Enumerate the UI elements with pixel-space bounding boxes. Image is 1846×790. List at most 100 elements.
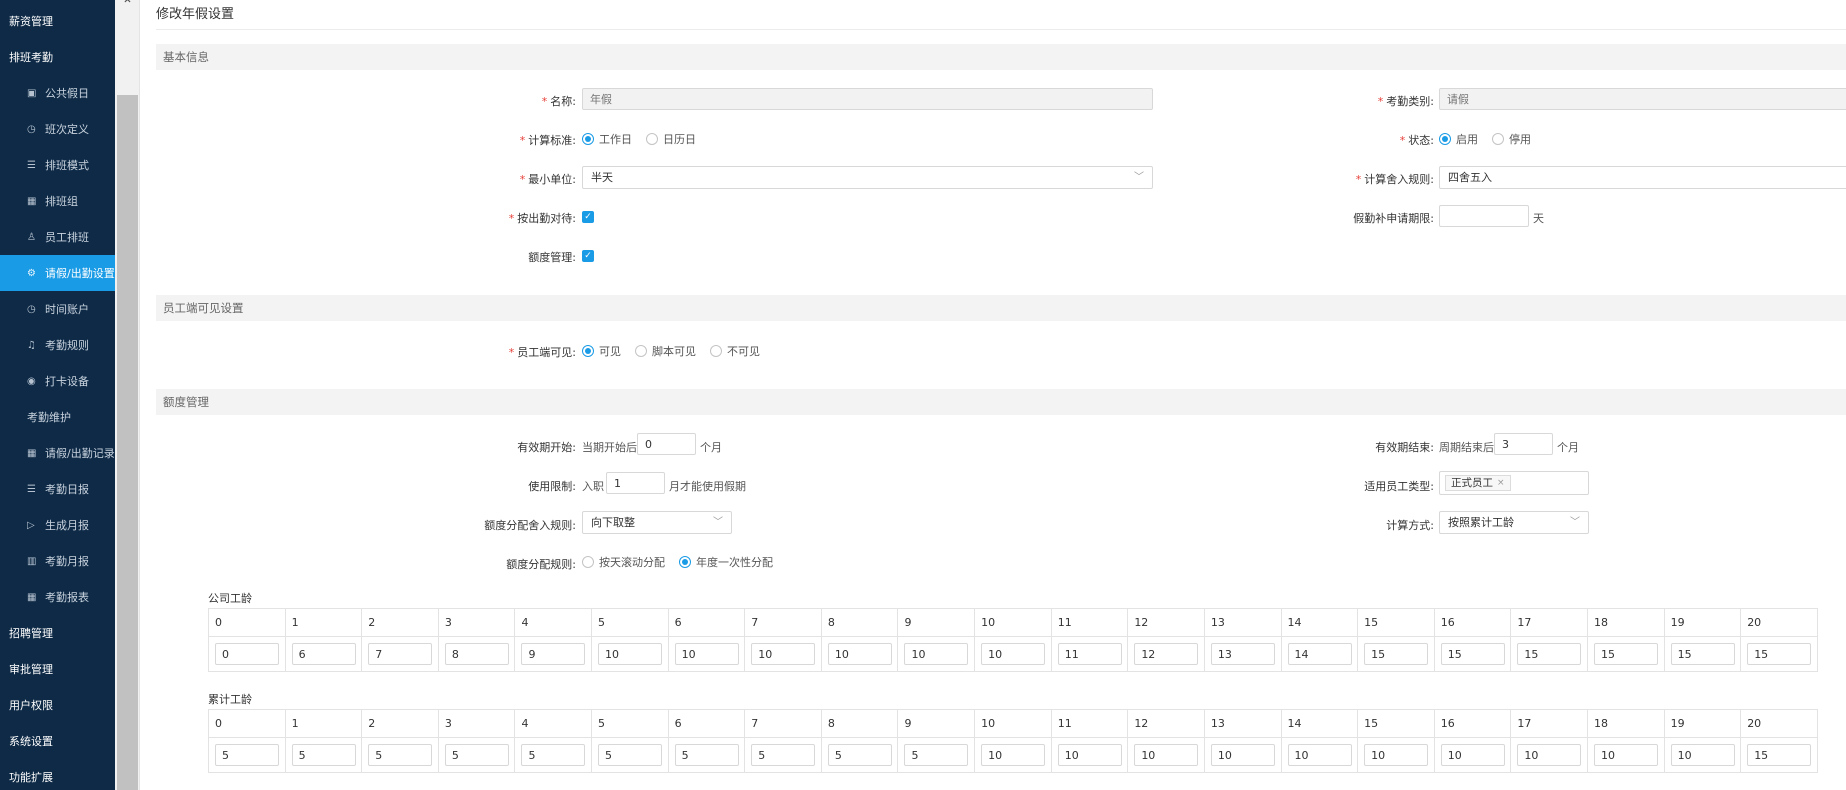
radio-option[interactable]: 按天滚动分配 (582, 554, 665, 570)
sidebar-item[interactable]: ▦ 请假/出勤记录 (0, 435, 115, 471)
supplement-period-input[interactable] (1439, 205, 1529, 227)
days-input[interactable] (1670, 643, 1735, 665)
play-icon: ▷ (27, 519, 35, 531)
alloc-rounding-select[interactable]: 向下取整 ﹀ (582, 511, 732, 534)
days-input[interactable] (598, 643, 663, 665)
radio-option[interactable]: 不可见 (710, 343, 760, 359)
valid-start-prefix: 当期开始后 (582, 441, 637, 454)
sidebar-item[interactable]: ☰ 考勤日报 (0, 471, 115, 507)
days-input[interactable] (1210, 744, 1275, 766)
days-input[interactable] (1440, 744, 1505, 766)
radio-option[interactable]: 工作日 (582, 131, 632, 147)
sidebar-item[interactable]: ◷ 时间账户 (0, 291, 115, 327)
days-input[interactable] (368, 643, 433, 665)
days-input[interactable] (1364, 744, 1429, 766)
radio-option[interactable]: 可见 (582, 343, 621, 359)
days-input[interactable] (1057, 643, 1122, 665)
year-header-cell: 1 (284, 608, 363, 637)
sidebar-item[interactable]: ▦ 考勤报表 (0, 579, 115, 615)
sidebar-item[interactable]: 薪资管理 (0, 3, 115, 39)
valid-end-unit: 个月 (1557, 441, 1579, 454)
days-input[interactable] (827, 643, 892, 665)
days-input[interactable] (444, 744, 509, 766)
scroll-up-icon[interactable]: ⌃ (117, 0, 138, 14)
sidebar-item[interactable]: ♙ 员工排班 (0, 219, 115, 255)
days-input[interactable] (1134, 643, 1199, 665)
quota-mgmt-checkbox[interactable]: ✓ (582, 250, 594, 262)
radio-option[interactable]: 启用 (1439, 131, 1478, 147)
days-input[interactable] (1593, 744, 1658, 766)
days-input[interactable] (1210, 643, 1275, 665)
sidebar-item[interactable]: ◷ 班次定义 (0, 111, 115, 147)
days-input[interactable] (521, 643, 586, 665)
valid-end-input[interactable] (1494, 433, 1553, 455)
days-input[interactable] (1134, 744, 1199, 766)
calc-method-select[interactable]: 按照累计工龄 ﹀ (1439, 511, 1589, 534)
year-header-cell: 3 (437, 709, 516, 738)
radio-circle-icon (679, 556, 691, 568)
days-input[interactable] (1747, 744, 1812, 766)
sidebar-item[interactable]: 招聘管理 (0, 615, 115, 651)
sidebar-item[interactable]: ▦ 排班组 (0, 183, 115, 219)
days-input[interactable] (1440, 643, 1505, 665)
days-input[interactable] (751, 744, 816, 766)
days-input[interactable] (291, 643, 356, 665)
sidebar-item[interactable]: ▥ 考勤月报 (0, 543, 115, 579)
days-input[interactable] (904, 643, 969, 665)
days-input[interactable] (1670, 744, 1735, 766)
usage-limit-input[interactable] (606, 472, 665, 494)
sidebar-item[interactable]: 用户权限 (0, 687, 115, 723)
rounding-rule-select[interactable]: 四舍五入 (1439, 166, 1846, 189)
close-icon[interactable]: × (1497, 476, 1505, 490)
days-input[interactable] (981, 643, 1046, 665)
sidebar-item[interactable]: ⚙ 请假/出勤设置 (0, 255, 115, 291)
sidebar-item[interactable]: ♫ 考勤规则 (0, 327, 115, 363)
days-input[interactable] (1057, 744, 1122, 766)
attendance-type-input[interactable] (1439, 88, 1846, 110)
days-input[interactable] (1287, 643, 1352, 665)
days-input[interactable] (521, 744, 586, 766)
value-cell (1203, 737, 1282, 773)
days-input[interactable] (674, 643, 739, 665)
days-input[interactable] (215, 744, 279, 766)
days-input[interactable] (904, 744, 969, 766)
sidebar-item[interactable]: ▷ 生成月报 (0, 507, 115, 543)
scrollbar-thumb[interactable] (117, 95, 138, 790)
alloc-rule-radio-group: 按天滚动分配 年度一次性分配 (582, 552, 787, 572)
radio-option[interactable]: 停用 (1492, 131, 1531, 147)
sidebar-item[interactable]: ◉ 打卡设备 (0, 363, 115, 399)
value-cell (1050, 737, 1129, 773)
days-input[interactable] (981, 744, 1046, 766)
days-input[interactable] (1593, 643, 1658, 665)
sidebar-item[interactable]: ▣ 公共假日 (0, 75, 115, 111)
days-input[interactable] (598, 744, 663, 766)
sidebar-item[interactable]: 系统设置 (0, 723, 115, 759)
days-input[interactable] (1517, 744, 1582, 766)
radio-option[interactable]: 年度一次性分配 (679, 554, 773, 570)
radio-option[interactable]: 脚本可见 (635, 343, 696, 359)
sidebar-item[interactable]: 功能扩展 (0, 759, 115, 790)
days-input[interactable] (827, 744, 892, 766)
sidebar-item[interactable]: 考勤维护 (0, 399, 115, 435)
name-input[interactable] (582, 88, 1153, 110)
days-input[interactable] (1747, 643, 1812, 665)
radio-option[interactable]: 日历日 (646, 131, 696, 147)
days-input[interactable] (444, 643, 509, 665)
sidebar-item[interactable]: 审批管理 (0, 651, 115, 687)
days-input[interactable] (1517, 643, 1582, 665)
days-input[interactable] (368, 744, 433, 766)
days-input[interactable] (291, 744, 356, 766)
valid-start-input[interactable] (637, 433, 696, 455)
min-unit-select[interactable]: 半天 ﹀ (582, 166, 1153, 189)
days-input[interactable] (674, 744, 739, 766)
sidebar-item[interactable]: ☰ 排班模式 (0, 147, 115, 183)
days-input[interactable] (1364, 643, 1429, 665)
radio-label: 脚本可见 (652, 345, 696, 358)
treat-as-attendance-checkbox[interactable]: ✓ (582, 211, 594, 223)
sidebar-item[interactable]: 排班考勤 (0, 39, 115, 75)
calc-standard-radio-group: 工作日 日历日 (582, 129, 710, 149)
days-input[interactable] (1287, 744, 1352, 766)
days-input[interactable] (215, 643, 279, 665)
employee-types-select[interactable]: 正式员工 × (1439, 471, 1589, 495)
days-input[interactable] (751, 643, 816, 665)
